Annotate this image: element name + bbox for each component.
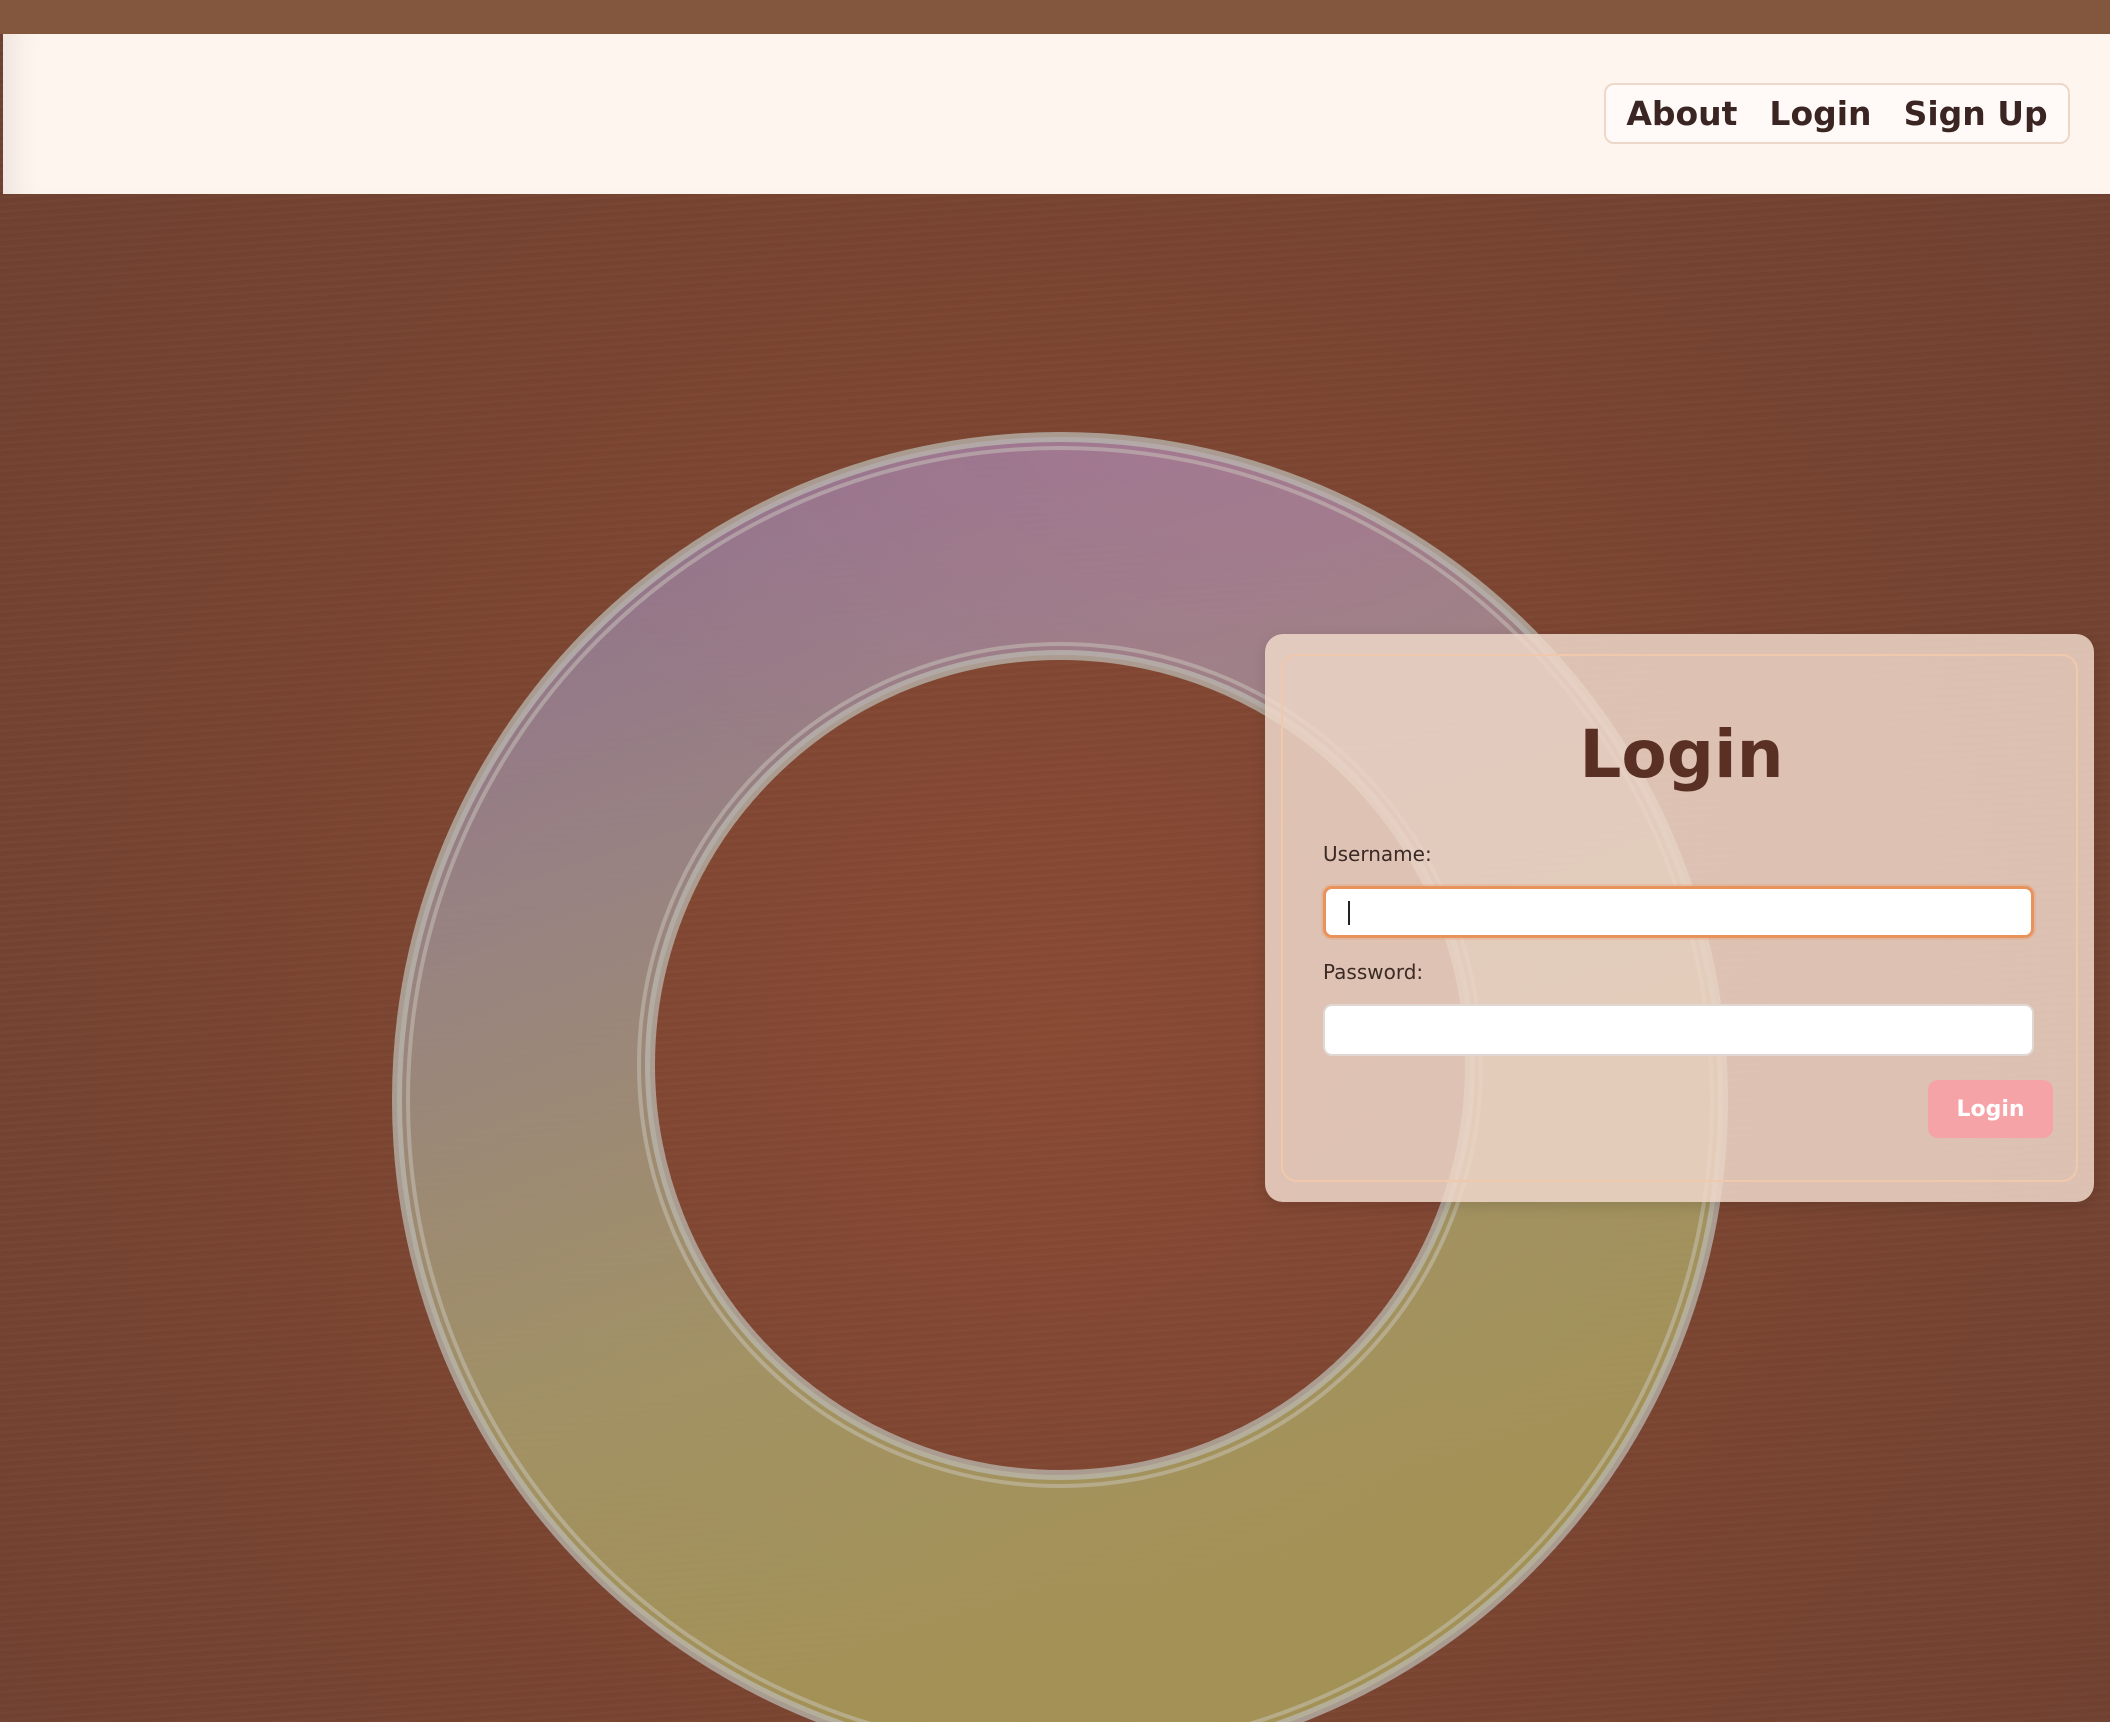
- nav-about-link[interactable]: About: [1626, 94, 1737, 133]
- password-label: Password:: [1323, 960, 1424, 984]
- login-submit-button[interactable]: Login: [1928, 1080, 2053, 1138]
- browser-top-strip: [0, 0, 2110, 34]
- username-input[interactable]: [1323, 886, 2034, 938]
- nav-signup-link[interactable]: Sign Up: [1904, 94, 2048, 133]
- login-panel: Login Username: Password: Login: [1265, 634, 2094, 1202]
- password-input[interactable]: [1323, 1004, 2034, 1056]
- nav-login-link[interactable]: Login: [1769, 94, 1871, 133]
- text-cursor: [1348, 901, 1350, 925]
- main-nav: About Login Sign Up: [1604, 83, 2070, 144]
- login-form: Login Username: Password: Login: [1281, 654, 2078, 1182]
- login-title: Login: [1579, 716, 1784, 793]
- username-label: Username:: [1323, 842, 1432, 866]
